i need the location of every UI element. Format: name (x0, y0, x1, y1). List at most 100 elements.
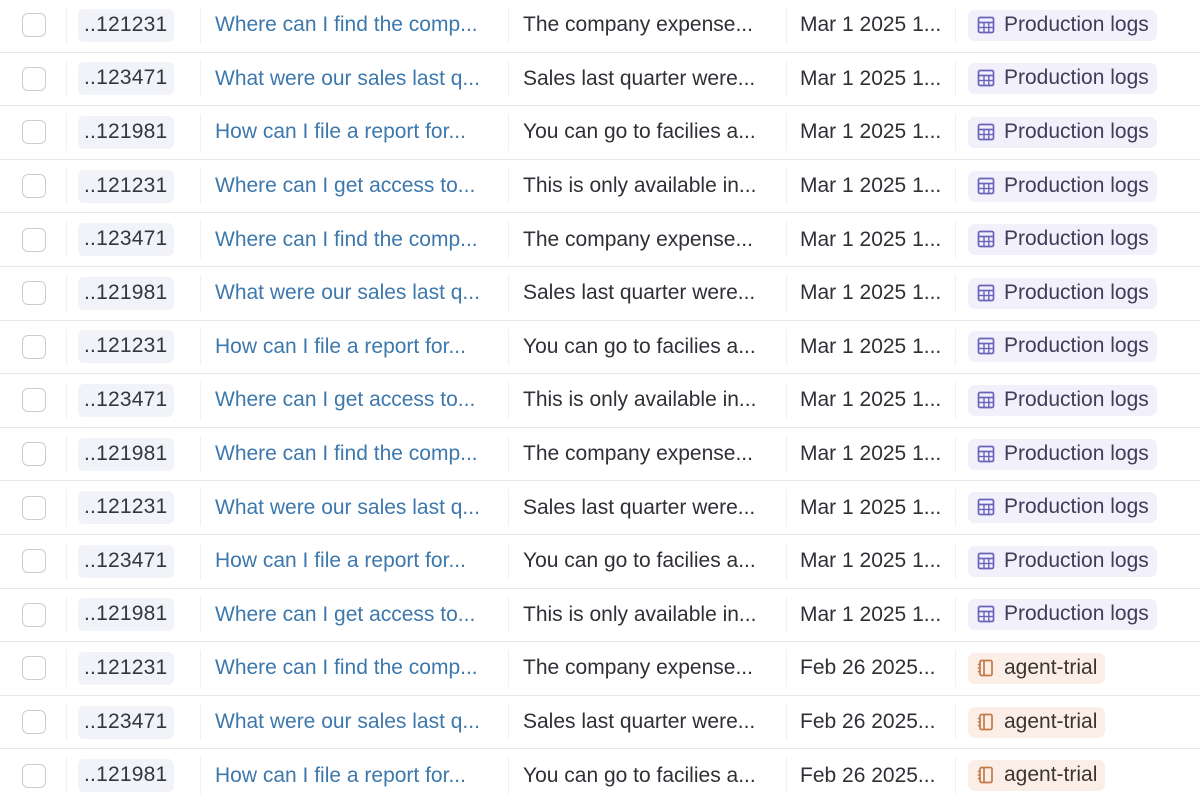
row-select-checkbox[interactable] (22, 656, 46, 681)
row-select-checkbox[interactable] (22, 227, 46, 252)
row-source-tag[interactable]: Production logs (968, 438, 1157, 470)
table-icon (976, 551, 996, 571)
row-id[interactable]: ..121231 (78, 330, 175, 364)
table-row[interactable]: ..123471 How can I file a report for... … (0, 533, 1200, 588)
row-select-checkbox[interactable] (22, 174, 46, 199)
table-row[interactable]: ..121981 What were our sales last q... S… (0, 265, 1200, 320)
row-question-link[interactable]: Where can I find the comp... (215, 13, 505, 37)
row-id[interactable]: ..123471 (78, 223, 175, 257)
row-id[interactable]: ..121981 (78, 759, 175, 793)
table-icon (976, 444, 996, 464)
table-icon (976, 390, 996, 410)
row-select-checkbox[interactable] (22, 602, 46, 627)
row-id[interactable]: ..121231 (78, 8, 175, 42)
row-select-checkbox[interactable] (22, 334, 46, 359)
table-icon (976, 336, 996, 356)
row-source-label: agent-trial (1004, 763, 1098, 787)
table-row[interactable]: ..121231 Where can I find the comp... Th… (0, 641, 1200, 695)
table-icon (976, 68, 996, 88)
row-source-tag[interactable]: Production logs (968, 545, 1157, 577)
row-date: Mar 1 2025 1... (800, 227, 942, 251)
row-select-checkbox[interactable] (22, 495, 46, 520)
table-row[interactable]: ..121981 How can I file a report for... … (0, 748, 1200, 802)
row-source-tag[interactable]: Production logs (968, 331, 1157, 363)
row-id[interactable]: ..121231 (78, 169, 175, 203)
row-id[interactable]: ..121981 (78, 437, 175, 471)
row-id[interactable]: ..121981 (78, 276, 175, 310)
row-select-checkbox[interactable] (22, 66, 46, 91)
row-source-tag[interactable]: agent-trial (968, 760, 1106, 792)
row-id[interactable]: ..123471 (78, 544, 175, 578)
table-row[interactable]: ..123471 What were our sales last q... S… (0, 51, 1200, 106)
row-question-link[interactable]: Where can I find the comp... (215, 442, 505, 466)
row-source-tag[interactable]: Production logs (968, 277, 1157, 309)
row-question-link[interactable]: Where can I get access to... (215, 603, 505, 627)
row-date: Mar 1 2025 1... (800, 549, 942, 573)
row-source-tag[interactable]: Production logs (968, 9, 1157, 41)
row-question-link[interactable]: What were our sales last q... (215, 67, 505, 91)
row-id[interactable]: ..123471 (78, 383, 175, 417)
row-select-checkbox[interactable] (22, 549, 46, 574)
row-question-link[interactable]: How can I file a report for... (215, 549, 505, 573)
row-date: Mar 1 2025 1... (800, 334, 942, 358)
row-select-checkbox[interactable] (22, 442, 46, 467)
row-question-link[interactable]: Where can I find the comp... (215, 228, 505, 252)
row-id[interactable]: ..121981 (78, 115, 175, 149)
row-source-label: Production logs (1004, 495, 1149, 519)
table-row[interactable]: ..121981 How can I file a report for... … (0, 105, 1200, 159)
row-answer: This is only available in... (523, 174, 757, 198)
table-row[interactable]: ..123471 Where can I find the comp... Th… (0, 212, 1200, 266)
table-row[interactable]: ..121231 Where can I find the comp... Th… (0, 0, 1200, 52)
row-select-checkbox[interactable] (22, 388, 46, 413)
table-row[interactable]: ..121231 Where can I get access to... Th… (0, 158, 1200, 213)
row-source-tag[interactable]: Production logs (968, 116, 1157, 148)
row-source-tag[interactable]: agent-trial (968, 706, 1106, 738)
row-select-checkbox[interactable] (22, 281, 46, 306)
row-answer: You can go to facilies a... (523, 120, 756, 144)
experiment-icon (976, 765, 996, 785)
row-select-checkbox[interactable] (22, 710, 46, 735)
row-answer: Sales last quarter were... (523, 710, 756, 734)
row-id[interactable]: ..121231 (78, 491, 175, 525)
row-select-checkbox[interactable] (22, 120, 46, 145)
row-source-tag[interactable]: Production logs (968, 599, 1157, 631)
row-source-tag[interactable]: Production logs (968, 384, 1157, 416)
row-select-checkbox[interactable] (22, 13, 46, 38)
row-source-label: Production logs (1004, 441, 1149, 465)
row-source-tag[interactable]: Production logs (968, 170, 1157, 202)
row-question-link[interactable]: What were our sales last q... (215, 281, 505, 305)
table-row[interactable]: ..121981 Where can I get access to... Th… (0, 587, 1200, 642)
table-icon (976, 497, 996, 517)
row-question-link[interactable]: What were our sales last q... (215, 496, 505, 520)
row-question-link[interactable]: Where can I get access to... (215, 174, 505, 198)
row-source-tag[interactable]: Production logs (968, 63, 1157, 95)
row-date: Mar 1 2025 1... (800, 66, 942, 90)
row-question-link[interactable]: Where can I get access to... (215, 388, 505, 412)
row-source-tag[interactable]: agent-trial (968, 652, 1106, 684)
row-source-label: Production logs (1004, 334, 1149, 358)
row-question-link[interactable]: How can I file a report for... (215, 120, 505, 144)
row-source-tag[interactable]: Production logs (968, 224, 1157, 256)
row-id[interactable]: ..121231 (78, 651, 175, 685)
table-row[interactable]: ..121231 How can I file a report for... … (0, 319, 1200, 374)
row-source-label: Production logs (1004, 119, 1149, 143)
table-icon (976, 229, 996, 249)
row-question-link[interactable]: How can I file a report for... (215, 764, 505, 788)
row-id[interactable]: ..123471 (78, 705, 175, 739)
table-row[interactable]: ..123471 What were our sales last q... S… (0, 694, 1200, 749)
row-select-checkbox[interactable] (22, 763, 46, 788)
table-row[interactable]: ..121981 Where can I find the comp... Th… (0, 426, 1200, 481)
row-source-tag[interactable]: Production logs (968, 492, 1157, 524)
row-question-link[interactable]: What were our sales last q... (215, 710, 505, 734)
row-date: Mar 1 2025 1... (800, 495, 942, 519)
row-answer: This is only available in... (523, 602, 757, 626)
row-id[interactable]: ..123471 (78, 62, 175, 96)
row-question-link[interactable]: How can I file a report for... (215, 335, 505, 359)
row-id[interactable]: ..121981 (78, 598, 175, 632)
logs-table: ..121231 Where can I find the comp... Th… (0, 0, 1200, 802)
row-source-label: Production logs (1004, 602, 1149, 626)
table-row[interactable]: ..123471 Where can I get access to... Th… (0, 373, 1200, 427)
experiment-icon (976, 658, 996, 678)
table-row[interactable]: ..121231 What were our sales last q... S… (0, 480, 1200, 534)
row-question-link[interactable]: Where can I find the comp... (215, 656, 505, 680)
